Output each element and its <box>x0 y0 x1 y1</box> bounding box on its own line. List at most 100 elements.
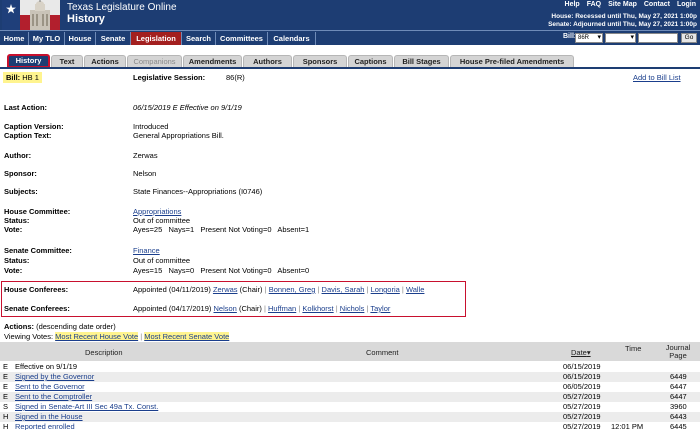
row-chamber: H <box>3 412 9 421</box>
row-chamber: E <box>3 362 9 371</box>
bill-id: Bill: HB 1 <box>3 72 42 83</box>
tab-bill-stages[interactable]: Bill Stages <box>394 55 449 67</box>
conferee-kolkhorst-link[interactable]: Kolkhorst <box>302 304 333 313</box>
senate-committee-label: Senate Committee: <box>4 246 72 255</box>
row-description[interactable]: Sent to the Comptroller <box>15 392 92 402</box>
tab-sponsors[interactable]: Sponsors <box>293 55 347 67</box>
senate-committee-status: Out of committee <box>133 256 191 265</box>
tab-divider <box>0 67 700 69</box>
conferee-walle-link[interactable]: Walle <box>406 285 424 294</box>
conferee-huffman-link[interactable]: Huffman <box>268 304 296 313</box>
house-committee-status: Out of committee <box>133 216 191 225</box>
login-link[interactable]: Login <box>677 1 696 8</box>
tab-amendments[interactable]: Amendments <box>183 55 242 67</box>
senate-chair-tag: (Chair) <box>238 304 262 313</box>
house-appointed-date: Appointed (04/11/2019) <box>133 285 211 294</box>
senate-committee-link[interactable]: Finance <box>133 246 160 255</box>
row-journal-page: 6447 <box>670 392 687 401</box>
conferee-zerwas-link[interactable]: Zerwas <box>213 285 238 294</box>
session-label: Legislative Session: <box>133 73 206 82</box>
contact-link[interactable]: Contact <box>644 1 670 8</box>
row-description[interactable]: Sent to the Governor <box>15 382 85 392</box>
help-link[interactable]: Help <box>565 1 580 8</box>
session-value: 86(R) <box>226 73 245 82</box>
table-row: H Signed in the House 05/27/2019 6443 <box>0 412 700 422</box>
row-journal-page: 6443 <box>670 412 687 421</box>
col-description: Description <box>85 348 123 357</box>
nav-committees[interactable]: Committees <box>216 32 268 45</box>
tab-actions[interactable]: Actions <box>84 55 126 67</box>
faq-link[interactable]: FAQ <box>587 1 601 8</box>
nav-home[interactable]: Home <box>0 32 29 45</box>
nav-search[interactable]: Search <box>182 32 216 45</box>
senate-vote-label: Vote: <box>4 266 23 275</box>
tab-authors[interactable]: Authors <box>243 55 292 67</box>
senate-conferees-list: Appointed (04/17/2019) Nelson (Chair) | … <box>133 304 391 313</box>
viewing-votes-label: Viewing Votes: <box>4 332 54 341</box>
add-to-bill-list-link[interactable]: Add to Bill List <box>633 73 681 82</box>
bill-type-select[interactable] <box>605 33 636 43</box>
conferee-bonnen-link[interactable]: Bonnen, Greg <box>269 285 316 294</box>
sponsor-label: Sponsor: <box>4 169 37 178</box>
row-date: 06/15/2019 <box>563 372 601 381</box>
tab-house-prefiled-amendments[interactable]: House Pre-filed Amendments <box>450 55 574 67</box>
row-chamber: E <box>3 372 9 381</box>
row-description[interactable]: Reported enrolled <box>15 422 75 430</box>
senate-conferees-label: Senate Conferees: <box>4 304 70 313</box>
tab-companions[interactable]: Companions <box>127 55 182 67</box>
table-row: S Signed in Senate-Art III Sec 49a Tx. Co… <box>0 402 700 412</box>
site-map-link[interactable]: Site Map <box>608 1 637 8</box>
col-comment: Comment <box>366 348 399 357</box>
tab-captions[interactable]: Captions <box>348 55 393 67</box>
nav-calendars[interactable]: Calendars <box>268 32 316 45</box>
conferee-nelson-link[interactable]: Nelson <box>214 304 237 313</box>
session-select[interactable]: 86R <box>575 33 603 43</box>
conferee-davis-link[interactable]: Davis, Sarah <box>322 285 365 294</box>
capitol-logo[interactable] <box>2 0 60 30</box>
row-description[interactable]: Signed in the House <box>15 412 83 422</box>
row-chamber: H <box>3 422 9 430</box>
row-journal-page: 3960 <box>670 402 687 411</box>
row-description[interactable]: Signed in Senate-Art III Sec 49a Tx. Con… <box>15 402 158 412</box>
senate-status-label: Status: <box>4 256 30 265</box>
row-journal-page: 6447 <box>670 382 687 391</box>
nav-my-tlo[interactable]: My TLO <box>29 32 65 45</box>
row-description[interactable]: Signed by the Governor <box>15 372 94 382</box>
caption-text-label: Caption Text: <box>4 131 52 140</box>
row-journal-page: 6445 <box>670 422 687 430</box>
sponsor-value: Nelson <box>133 169 157 178</box>
table-row: E Sent to the Comptroller 05/27/2019 6447 <box>0 392 700 402</box>
house-committee-link[interactable]: Appropriations <box>133 207 181 216</box>
conferee-taylor-link[interactable]: Taylor <box>370 304 390 313</box>
caption-text-value: General Appropriations Bill. <box>133 131 224 140</box>
tab-text[interactable]: Text <box>51 55 83 67</box>
actions-table-header: Description Comment Date▾ Time Journal P… <box>0 342 700 361</box>
last-action-value: 06/15/2019 E Effective on 9/1/19 <box>133 103 242 112</box>
col-time: Time <box>625 344 642 353</box>
most-recent-senate-vote-link[interactable]: Most Recent Senate Vote <box>144 332 230 341</box>
row-chamber: E <box>3 392 9 401</box>
house-committee-vote: Ayes=25 Nays=1 Present Not Voting=0 Abse… <box>133 225 310 234</box>
senate-appointed-date: Appointed (04/17/2019) <box>133 304 212 313</box>
go-button[interactable]: Go <box>681 33 697 43</box>
senate-status: Senate: Adjourned until Thu, May 27, 202… <box>548 21 697 28</box>
page-title: History <box>67 13 105 25</box>
house-conferees-list: Appointed (04/11/2019) Zerwas (Chair) | … <box>133 285 425 294</box>
col-date: Date <box>571 348 587 357</box>
nav-senate[interactable]: Senate <box>96 32 131 45</box>
nav-legislation[interactable]: Legislation <box>131 32 182 45</box>
row-time: 12:01 PM <box>611 422 644 430</box>
caption-version-value: Introduced <box>133 122 169 131</box>
tab-history[interactable]: History <box>7 54 50 68</box>
senate-committee-vote: Ayes=15 Nays=0 Present Not Voting=0 Abse… <box>133 266 310 275</box>
conferee-nichols-link[interactable]: Nichols <box>340 304 365 313</box>
table-row: E Sent to the Governor 06/05/2019 6447 <box>0 382 700 392</box>
table-row: E Effective on 9/1/19 06/15/2019 <box>0 362 700 372</box>
bill-label: Bill: <box>6 73 21 82</box>
caption-version-label: Caption Version: <box>4 122 64 131</box>
conferee-longoria-link[interactable]: Longoria <box>371 285 400 294</box>
most-recent-house-vote-link[interactable]: Most Recent House Vote <box>55 332 139 341</box>
col-date-sort[interactable]: Date▾ <box>571 348 591 357</box>
nav-house[interactable]: House <box>65 32 96 45</box>
bill-number-input[interactable] <box>638 33 678 43</box>
